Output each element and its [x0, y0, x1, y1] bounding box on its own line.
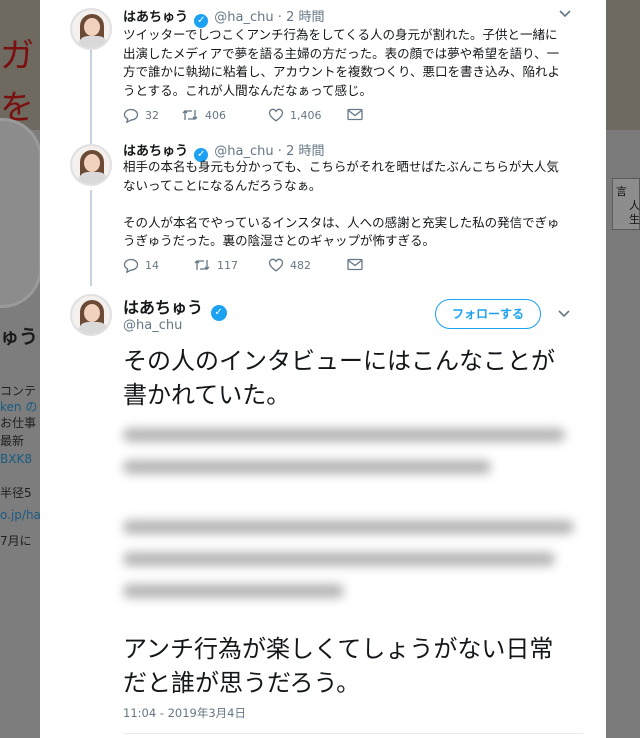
- follow-button[interactable]: フォローする: [435, 299, 541, 329]
- retweet-icon: [181, 108, 199, 122]
- reply-button[interactable]: 32: [123, 108, 159, 123]
- background-profile-line: ken の: [0, 400, 38, 414]
- envelope-icon: [347, 108, 363, 121]
- tweet-text-line: 出演したメディアで夢を語る主婦の方だった。表の顔では夢や希望を語り、一: [123, 45, 560, 61]
- background-right-char: 生: [629, 213, 640, 226]
- background-profile-line: 半径5: [0, 486, 32, 500]
- reply-icon: [123, 108, 139, 123]
- separator: ·: [277, 10, 282, 25]
- tweet-text: 相手の本名も身元も分かっても、こちらがそれを晒せばたぶんこちらが大人気 ないって…: [123, 158, 583, 251]
- background-right-banner: [606, 0, 640, 130]
- tweet-text: ツイッターでしつこくアンチ行為をしてくる人の身元が割れた。子供と一緒に 出演した…: [123, 26, 583, 100]
- display-name[interactable]: はあちゅう: [123, 10, 188, 25]
- heart-icon: [268, 108, 284, 122]
- main-tweet-intro: その人のインタビューにはこんなことが 書かれていた。: [123, 344, 593, 412]
- tweet-text-line: 方で誰かに執拗に粘着し、アカウントを複数つくり、悪口を書き込み、陥れよ: [123, 64, 561, 79]
- divider: [123, 733, 583, 734]
- background-profile-line: BXK8: [0, 452, 32, 466]
- background-profile-line: 最新: [0, 434, 25, 448]
- tweet-time[interactable]: 2 時間: [286, 10, 324, 25]
- heart-icon: [268, 258, 284, 272]
- background-banner-glyph: ガ: [0, 36, 34, 76]
- handle[interactable]: @ha_chu: [214, 144, 273, 159]
- tweet-timestamp[interactable]: 11:04 - 2019年3月4日: [123, 705, 246, 721]
- display-name[interactable]: はあちゅう: [123, 144, 188, 159]
- background-profile-line: コンテ: [0, 384, 37, 398]
- main-tweet-closing: アンチ行為が楽しくてしょうがない日常 だと誰が思うだろう。: [123, 632, 593, 700]
- reply-count: 32: [145, 109, 159, 122]
- thread-line: [90, 50, 92, 146]
- tweet-text-line: 相手の本名も身元も分かっても、こちらがそれを晒せばたぶんこちらが大人気: [123, 159, 559, 174]
- background-profile-line: 7月に: [0, 534, 32, 548]
- reply-count: 14: [145, 259, 159, 272]
- tweet-header: はあちゅう ✓ @ha_chu · 2 時間: [123, 6, 324, 28]
- like-count: 482: [290, 258, 311, 272]
- retweet-icon: [193, 258, 211, 272]
- avatar[interactable]: [70, 294, 112, 336]
- tweet-text-line: うとする。これが人間なんだなぁって感じ。: [123, 82, 373, 98]
- tweet-text-line: うぎゅうだった。裏の陰湿さとのギャップが怖すぎる。: [123, 233, 436, 248]
- separator: ·: [277, 144, 282, 159]
- retweet-count: 406: [205, 108, 226, 122]
- blurred-quote-block: [123, 428, 583, 492]
- tweet-text-line: ツイッターでしつこくアンチ行為をしてくる人の身元が割れた。子供と一緒に: [123, 27, 558, 42]
- main-tweet-text-line: その人のインタビューにはこんなことが: [123, 347, 555, 375]
- main-tweet-text-line: だと誰が思うだろう。: [123, 669, 361, 697]
- main-tweet-text-line: アンチ行為が楽しくてしょうがない日常: [123, 635, 554, 663]
- tweet-text-blank-line: [123, 195, 583, 214]
- tweet-text-line: ないってことになるんだろうなぁ。: [123, 177, 322, 193]
- retweet-count: 117: [217, 258, 238, 272]
- background-profile-line: o.jp/ha: [0, 508, 41, 522]
- chevron-down-icon[interactable]: [558, 8, 572, 22]
- avatar[interactable]: [70, 144, 112, 186]
- reply-button[interactable]: 14: [123, 258, 159, 273]
- like-button[interactable]: 1,406: [268, 108, 322, 122]
- like-count: 1,406: [290, 108, 322, 122]
- handle[interactable]: @ha_chu: [123, 318, 182, 333]
- like-button[interactable]: 482: [268, 258, 311, 272]
- display-name[interactable]: はあちゅう: [123, 298, 203, 317]
- tweet-text-line: その人が本名でやっているインスタは、人への感謝と充実した私の発信でぎゅ: [123, 214, 560, 230]
- handle[interactable]: @ha_chu: [214, 10, 273, 25]
- tweet-time[interactable]: 2 時間: [286, 144, 324, 159]
- blurred-quote-block: [123, 520, 583, 616]
- background-profile-line: お仕事: [0, 416, 37, 430]
- envelope-icon: [347, 258, 363, 271]
- background-avatar: [0, 118, 42, 308]
- tweet-detail-modal: はあちゅう ✓ @ha_chu · 2 時間 ツイッターでしつこくアンチ行為をし…: [40, 0, 606, 738]
- avatar[interactable]: [70, 8, 112, 50]
- retweet-button[interactable]: 406: [181, 108, 226, 122]
- main-tweet-author: はあちゅう ✓: [123, 294, 229, 321]
- retweet-button[interactable]: 117: [193, 258, 238, 272]
- background-right-card: 言 人 生: [612, 178, 640, 230]
- dm-button[interactable]: [347, 258, 363, 271]
- main-tweet-text-line: 書かれていた。: [123, 381, 291, 409]
- verified-badge-icon: ✓: [210, 305, 227, 321]
- chevron-down-icon[interactable]: [557, 308, 571, 322]
- thread-line: [90, 190, 92, 286]
- background-profile-name: ゅう: [0, 326, 39, 348]
- background-right-char: 言: [616, 185, 627, 198]
- reply-icon: [123, 258, 139, 273]
- dm-button[interactable]: [347, 108, 363, 121]
